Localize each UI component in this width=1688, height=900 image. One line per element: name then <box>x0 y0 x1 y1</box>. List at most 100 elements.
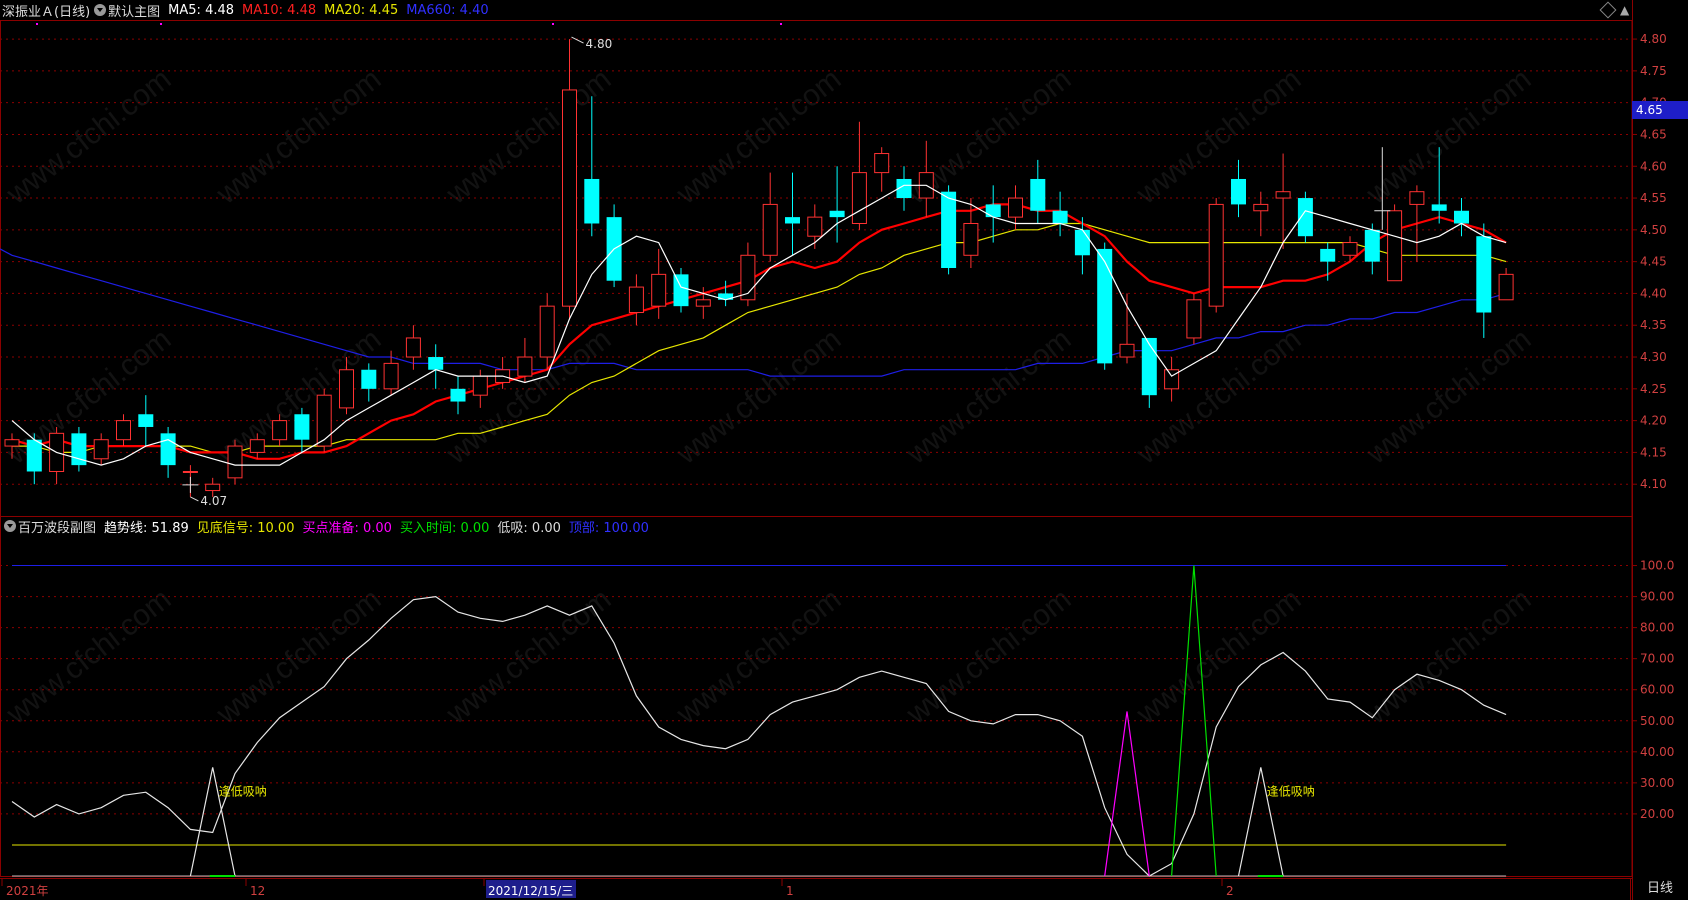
candle-body-up <box>93 439 109 460</box>
period-label[interactable]: 日线 <box>1630 878 1688 900</box>
ma5-line <box>11 184 1507 466</box>
sub-tick-label: 50.00 <box>1640 714 1674 728</box>
candle-body-up <box>628 286 644 314</box>
date-label: 1 <box>786 884 794 898</box>
candle-body-down <box>1231 178 1246 205</box>
price-chart[interactable]: 4.804.07 逢低吸呐逢低吸呐 4.804.754.704.654.604.… <box>0 0 1688 900</box>
ma20-line <box>12 222 1507 453</box>
low-suck-annotation: 逢低吸呐 <box>1267 784 1315 798</box>
price-tick-label: 4.45 <box>1640 255 1667 269</box>
candle-body-up <box>517 356 533 377</box>
high-pointer <box>571 36 584 44</box>
up-arrow-icon[interactable]: ▲ <box>1620 3 1629 17</box>
candle-body-up <box>1008 197 1023 218</box>
low-suck-annotation: 逢低吸呐 <box>219 784 267 798</box>
low-pointer <box>190 496 199 502</box>
candle-body-down <box>941 191 957 268</box>
date-label: 2 <box>1226 884 1234 898</box>
series-line <box>11 184 1507 466</box>
candle-body-up <box>1253 203 1269 212</box>
candle-body-up <box>1208 203 1224 307</box>
price-tick-label: 4.30 <box>1640 350 1667 364</box>
candle-body-up <box>405 337 421 358</box>
price-tick-label: 4.40 <box>1640 286 1667 300</box>
candle-body-down <box>138 414 154 427</box>
candle-body-down <box>1074 229 1090 256</box>
sub-tick-label: 90.00 <box>1640 590 1674 604</box>
candle-body-up <box>227 445 243 479</box>
candle-body-up <box>1498 273 1514 301</box>
signal-dot <box>160 23 162 25</box>
candle-body-up <box>1164 369 1180 390</box>
candle-body-down <box>785 217 800 224</box>
candle-body-up <box>963 222 979 256</box>
sub-tick-label: 100.0 <box>1640 559 1674 573</box>
candle-body-up <box>316 394 332 447</box>
candlesticks <box>4 39 1514 497</box>
price-tick-label: 4.55 <box>1640 191 1667 205</box>
candle-body-up <box>1409 191 1425 205</box>
price-tick-label: 4.15 <box>1640 445 1667 459</box>
candle-body-down <box>829 210 845 218</box>
candle-body-up <box>339 369 354 409</box>
candle-body-up <box>4 439 20 447</box>
buy-time-spike <box>1171 565 1217 877</box>
date-label: 2021/12/15/三 <box>488 884 573 898</box>
candle-body-down <box>1052 210 1068 224</box>
candle-body-up <box>1275 191 1291 199</box>
candle-body-up <box>472 375 488 396</box>
price-tick-label: 4.75 <box>1640 64 1667 78</box>
signal-dot <box>780 23 782 25</box>
sub-tick-label: 30.00 <box>1640 776 1674 790</box>
candle-body-down <box>294 414 310 440</box>
candle-body-up <box>874 153 890 174</box>
signal-dot <box>36 23 38 25</box>
candle-body-up <box>851 172 867 224</box>
candle-body-down <box>1297 198 1313 237</box>
candle-body-down <box>584 178 600 224</box>
candle-body-up <box>205 483 221 492</box>
sub-tick-label: 80.00 <box>1640 621 1674 635</box>
candle-body-down <box>1320 248 1336 262</box>
candle-body-up <box>116 420 131 441</box>
signal-dot <box>552 23 554 25</box>
candle-body-up <box>1387 210 1403 282</box>
date-label: 12 <box>250 884 265 898</box>
candle-body-up <box>249 439 265 453</box>
candle-body-up <box>1186 299 1202 339</box>
price-tick-label: 4.10 <box>1640 477 1667 491</box>
low-label: 4.07 <box>200 494 227 508</box>
sub-tick-label: 40.00 <box>1640 745 1674 759</box>
price-tick-label: 4.60 <box>1640 159 1667 173</box>
buy-prep-shape <box>1104 711 1150 877</box>
candle-body-down <box>1097 248 1113 364</box>
sub-tick-label: 20.00 <box>1640 807 1674 821</box>
candle-body-down <box>1030 178 1046 211</box>
candle-body-up <box>383 362 399 390</box>
candle-body-down <box>1141 337 1157 396</box>
candle-body-down <box>361 369 377 389</box>
candle-body-down <box>26 439 42 472</box>
current-price-tag: 4.65 <box>1632 101 1688 119</box>
candle-body-up <box>562 89 577 307</box>
candle-body-up <box>539 305 555 358</box>
candle-body-up <box>695 299 711 307</box>
candle-body-down <box>1364 229 1380 262</box>
date-label: 2021年 <box>6 884 49 898</box>
price-tick-label: 4.50 <box>1640 223 1667 237</box>
candle-body-up <box>182 470 198 473</box>
candle-body-up <box>1342 242 1358 256</box>
candle-body-down <box>450 388 466 402</box>
series-line <box>12 222 1507 453</box>
price-tick-label: 4.20 <box>1640 414 1667 428</box>
candle-body-down <box>1454 210 1469 224</box>
high-label: 4.80 <box>586 37 613 51</box>
candle-body-down <box>428 357 444 370</box>
sub-tick-label: 70.00 <box>1640 652 1674 666</box>
price-tick-label: 4.65 <box>1640 127 1667 141</box>
price-tick-label: 4.25 <box>1640 382 1667 396</box>
sub-tick-label: 60.00 <box>1640 683 1674 697</box>
price-tick-label: 4.35 <box>1640 318 1667 332</box>
candle-body-down <box>1431 204 1447 211</box>
candle-body-up <box>651 273 667 307</box>
